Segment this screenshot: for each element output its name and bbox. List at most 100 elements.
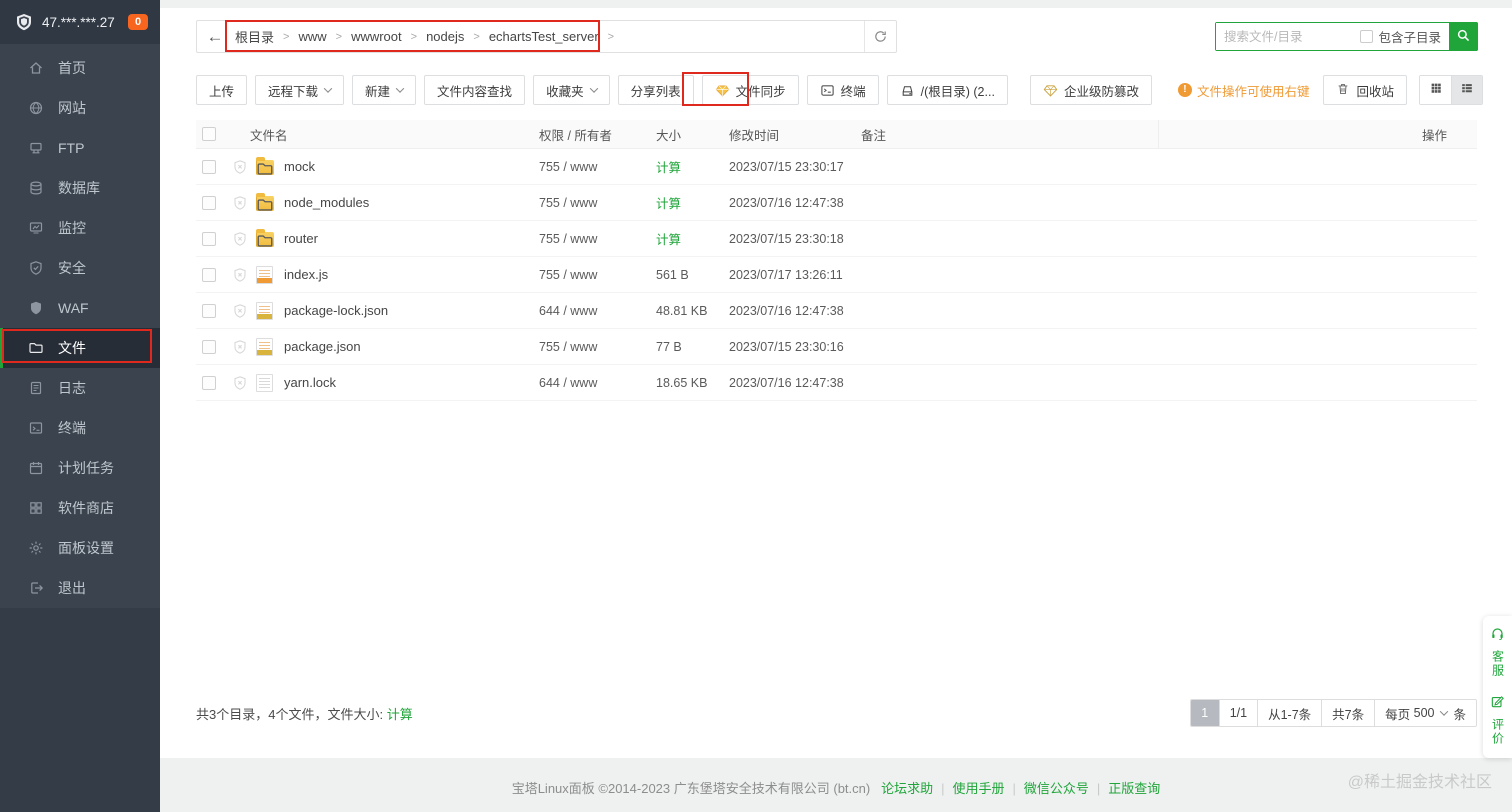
header-operations: 操作 <box>1158 120 1477 148</box>
header-note[interactable]: 备注 <box>861 125 1158 144</box>
toolbar-button[interactable]: 新建 <box>352 75 417 105</box>
table-row[interactable]: node_modules 755 / www 计算 2023/07/16 12:… <box>196 185 1477 221</box>
row-name-group: index.js <box>232 265 539 284</box>
footer-link[interactable]: 微信公众号 <box>1024 781 1089 796</box>
breadcrumb-item[interactable]: wwwroot > <box>349 29 424 44</box>
grid-view-button[interactable] <box>1420 76 1451 104</box>
row-checkbox[interactable] <box>202 375 216 390</box>
file-name[interactable]: mock <box>284 159 315 174</box>
toolbar-button[interactable]: 分享列表 <box>617 75 694 105</box>
file-type-icon <box>256 265 284 284</box>
footer-link[interactable]: 正版查询 <box>1108 781 1160 796</box>
sidebar-item[interactable]: 日志 <box>0 368 160 408</box>
toolbar-button[interactable]: 文件内容查找 <box>424 75 526 105</box>
breadcrumb-separator-icon: > <box>335 30 343 43</box>
breadcrumb-item[interactable]: www > <box>296 29 349 44</box>
toolbar-button[interactable]: 远程下载 <box>255 75 345 105</box>
sidebar-item[interactable]: 文件 <box>0 328 160 368</box>
sidebar-item-icon <box>28 260 44 276</box>
breadcrumb-item[interactable]: nodejs > <box>424 29 487 44</box>
toolbar-button[interactable]: 上传 <box>196 75 248 105</box>
table-row[interactable]: index.js 755 / www 561 B 2023/07/17 13:2… <box>196 257 1477 293</box>
footer-link[interactable]: 使用手册 <box>952 781 1004 796</box>
footer-link[interactable]: 论坛求助 <box>881 781 933 796</box>
sidebar-item[interactable]: 首页 <box>0 48 160 88</box>
file-permissions: 644 / www <box>539 303 598 318</box>
list-view-button[interactable] <box>1451 76 1482 104</box>
table-row[interactable]: yarn.lock 644 / www 18.65 KB 2023/07/16 … <box>196 365 1477 401</box>
toolbar-button[interactable]: 终端 <box>806 75 879 105</box>
sidebar-item[interactable]: 退出 <box>0 568 160 608</box>
toolbar-button-label: 上传 <box>209 84 235 99</box>
sidebar-item-label: 数据库 <box>58 180 100 196</box>
per-page-select[interactable]: 每页 500 条 <box>1374 700 1476 726</box>
calc-size-link[interactable]: 计算 <box>387 707 413 722</box>
header-filename[interactable]: 文件名 <box>232 125 539 144</box>
breadcrumb-item[interactable]: 根目录 > <box>233 27 296 46</box>
file-name[interactable]: package.json <box>284 339 361 354</box>
review-button[interactable]: 评价 <box>1490 694 1505 746</box>
sidebar-item-icon <box>28 580 44 596</box>
sidebar-item[interactable]: 数据库 <box>0 168 160 208</box>
row-name-group: node_modules <box>232 193 539 211</box>
sidebar-item-label: 面板设置 <box>58 540 114 556</box>
sidebar-item-icon <box>28 500 44 516</box>
toolbar-button[interactable]: 文件同步 <box>701 75 799 105</box>
row-checkbox[interactable] <box>202 159 216 174</box>
toolbar-button[interactable]: 收藏夹 <box>533 75 610 105</box>
back-button[interactable]: ← <box>197 21 233 52</box>
file-name[interactable]: package-lock.json <box>284 303 388 318</box>
row-checkbox[interactable] <box>202 195 216 210</box>
page-button-current[interactable]: 1 <box>1190 700 1219 726</box>
breadcrumb-item[interactable]: echartsTest_server > <box>487 29 621 44</box>
header-permissions[interactable]: 权限 / 所有者 <box>539 125 656 144</box>
select-all-checkbox[interactable] <box>202 127 216 141</box>
floating-widget: 客服 评价 <box>1483 616 1512 758</box>
refresh-button[interactable] <box>864 21 896 52</box>
sidebar-item[interactable]: 安全 <box>0 248 160 288</box>
table-row[interactable]: package.json 755 / www 77 B 2023/07/15 2… <box>196 329 1477 365</box>
row-check-cell <box>196 267 232 282</box>
sidebar-item[interactable]: 计划任务 <box>0 448 160 488</box>
row-checkbox[interactable] <box>202 231 216 246</box>
table-row[interactable]: package-lock.json 644 / www 48.81 KB 202… <box>196 293 1477 329</box>
sidebar-item-label: 首页 <box>58 60 86 76</box>
file-name[interactable]: node_modules <box>284 195 369 210</box>
sidebar-item[interactable]: WAF <box>0 288 160 328</box>
table-row[interactable]: router 755 / www 计算 2023/07/15 23:30:18 <box>196 221 1477 257</box>
header-mtime[interactable]: 修改时间 <box>729 125 861 144</box>
file-type-icon <box>256 157 284 175</box>
search-button[interactable] <box>1449 22 1478 51</box>
search-input[interactable] <box>1216 23 1361 50</box>
file-name[interactable]: index.js <box>284 267 328 282</box>
table-row[interactable]: mock 755 / www 计算 2023/07/15 23:30:17 <box>196 149 1477 185</box>
server-ip: 47.***.***.27 <box>42 14 115 30</box>
row-checkbox[interactable] <box>202 303 216 318</box>
row-checkbox[interactable] <box>202 267 216 282</box>
chevron-down-icon <box>323 84 333 93</box>
sidebar-item[interactable]: 监控 <box>0 208 160 248</box>
sidebar-item[interactable]: 面板设置 <box>0 528 160 568</box>
sidebar-item-icon <box>28 100 44 116</box>
toolbar-button-label: 远程下载 <box>268 84 319 99</box>
sidebar-item[interactable]: 网站 <box>0 88 160 128</box>
sidebar-item[interactable]: 软件商店 <box>0 488 160 528</box>
file-name[interactable]: yarn.lock <box>284 375 336 390</box>
row-checkbox[interactable] <box>202 339 216 354</box>
footer-link-separator: | <box>1096 781 1101 796</box>
file-size: 77 B <box>656 339 682 354</box>
sidebar-item[interactable]: 终端 <box>0 408 160 448</box>
sidebar-item-label: 安全 <box>58 260 86 276</box>
toolbar-button[interactable]: /(根目录) (2... <box>886 75 1008 105</box>
header-size[interactable]: 大小 <box>656 125 729 144</box>
sidebar-item[interactable]: FTP <box>0 128 160 168</box>
message-count-badge[interactable]: 0 <box>128 14 148 30</box>
file-name[interactable]: router <box>284 231 318 246</box>
recycle-bin-button[interactable]: 回收站 <box>1323 75 1407 105</box>
path-bar: ← 根目录 > www > wwwroot > nodejs > echarts… <box>196 20 897 53</box>
include-subdir-checkbox[interactable] <box>1360 30 1374 43</box>
toolbar-button[interactable]: 企业级防篡改 <box>1029 75 1152 105</box>
sidebar-item-icon <box>28 180 44 196</box>
customer-service-button[interactable]: 客服 <box>1490 626 1505 678</box>
shield-x-icon <box>232 231 256 247</box>
